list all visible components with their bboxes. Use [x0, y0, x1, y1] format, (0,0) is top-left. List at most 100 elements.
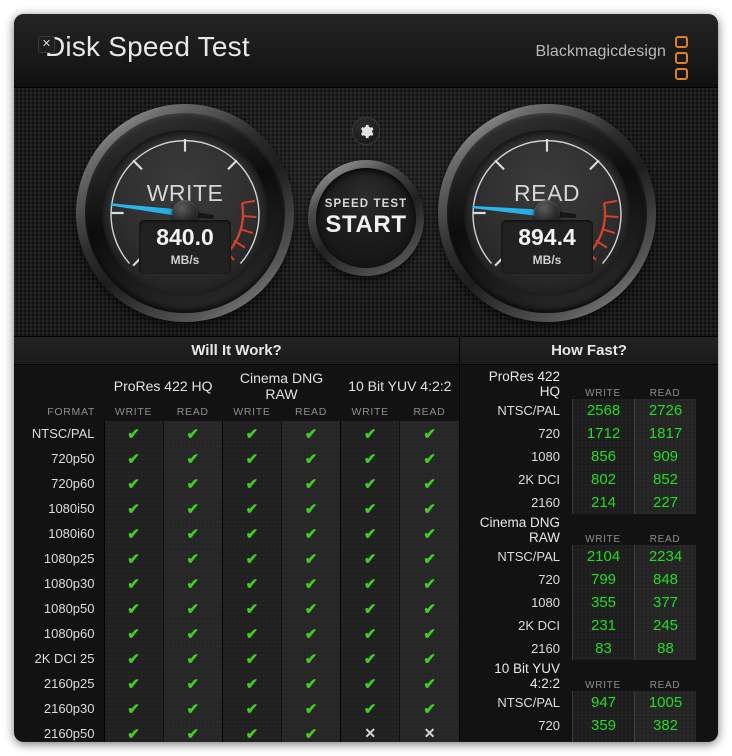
- check-icon: ✔: [423, 675, 436, 693]
- how-fast-group-header: ProRes 422 HQ WRITE READ: [474, 369, 696, 399]
- how-fast-read-value: 848: [634, 568, 696, 591]
- check-icon: ✔: [363, 475, 377, 493]
- will-it-work-panel: Will It Work? ProRes 422 HQ Cinema DNG R…: [14, 337, 459, 742]
- support-cell: ✔: [399, 421, 459, 446]
- format-label: 1080i60: [48, 526, 95, 541]
- check-icon: ✔: [245, 575, 259, 593]
- table-row: 2160p25 ✔ ✔ ✔ ✔ ✔ ✔: [14, 671, 459, 696]
- support-cell: ✔: [103, 571, 164, 596]
- check-icon: ✔: [363, 650, 377, 668]
- support-cell: ✔: [221, 571, 282, 596]
- support-cell: ✔: [399, 546, 459, 571]
- check-icon: ✔: [186, 450, 200, 468]
- support-cell: ✔: [162, 696, 223, 721]
- support-cell: ✔: [221, 621, 282, 646]
- check-icon: ✔: [245, 650, 259, 668]
- support-cell: ✔: [340, 571, 400, 596]
- how-fast-row: 2K DCI 231 245: [474, 614, 696, 637]
- check-icon: ✔: [245, 425, 259, 443]
- check-icon: ✔: [186, 550, 200, 568]
- support-cell: ✔: [221, 696, 282, 721]
- sub-header-read-2: READ: [295, 405, 328, 418]
- check-icon: ✔: [304, 450, 318, 468]
- format-label: 1080p60: [43, 626, 95, 641]
- how-fast-group-name: Cinema DNG RAW: [479, 515, 560, 545]
- support-cell: ✔: [162, 496, 223, 521]
- group-header-spacer: [14, 365, 104, 402]
- settings-button[interactable]: [352, 117, 380, 145]
- how-fast-read-value: 170: [634, 737, 696, 742]
- speed-test-start-button[interactable]: SPEED TEST START: [308, 160, 424, 276]
- support-cell: ✔: [340, 521, 400, 546]
- sub-header-read-3: READ: [413, 405, 446, 418]
- table-row: 720p50 ✔ ✔ ✔ ✔ ✔ ✔: [14, 446, 459, 471]
- table-row: NTSC/PAL ✔ ✔ ✔ ✔ ✔ ✔: [14, 421, 459, 446]
- how-fast-read-header: READ: [649, 388, 681, 399]
- support-cell: ✔: [399, 596, 459, 621]
- support-cell: ✔: [280, 546, 341, 571]
- check-icon: ✔: [304, 475, 318, 493]
- check-icon: ✔: [245, 550, 259, 568]
- how-fast-write-value: 83: [572, 637, 634, 660]
- format-label: 1080i50: [48, 501, 95, 516]
- title-bar: Disk Speed Test Blackmagicdesign: [14, 14, 718, 88]
- write-unit: MB/s: [170, 253, 200, 267]
- how-fast-write-value: 160: [572, 737, 634, 742]
- how-fast-row-label: 720: [538, 718, 560, 733]
- support-cell: ✔: [340, 696, 400, 721]
- support-cell: ✔: [399, 471, 459, 496]
- how-fast-read-value: 909: [634, 445, 696, 468]
- format-label: 2160p50: [43, 726, 95, 741]
- support-cell: ✔: [103, 721, 164, 742]
- support-cell: ✔: [399, 621, 459, 646]
- check-icon: ✔: [363, 575, 377, 593]
- support-cell: ✔: [221, 596, 282, 621]
- check-icon: ✔: [304, 600, 318, 618]
- how-fast-row-label: 2K DCI: [518, 472, 560, 487]
- how-fast-row: 720 1712 1817: [474, 422, 696, 445]
- support-cell: ✔: [280, 571, 341, 596]
- write-readout: 840.0 MB/s: [139, 220, 231, 274]
- check-icon: ✔: [127, 450, 140, 468]
- table-row: 720p60 ✔ ✔ ✔ ✔ ✔ ✔: [14, 471, 459, 496]
- support-cell: ✔: [103, 471, 164, 496]
- check-icon: ✔: [127, 575, 140, 593]
- support-cell: ✔: [162, 421, 223, 446]
- format-label: 1080p25: [43, 551, 95, 566]
- support-cell: ✕: [399, 721, 459, 742]
- support-cell: ✔: [340, 621, 400, 646]
- format-label: 2160p30: [43, 701, 95, 716]
- how-fast-row-label: 720: [538, 426, 560, 441]
- close-button[interactable]: ✕: [38, 36, 55, 53]
- how-fast-write-header: WRITE: [585, 388, 621, 399]
- read-gauge-face: READ 894.4 MB/s: [464, 130, 630, 296]
- sub-header-write-1: WRITE: [114, 405, 153, 418]
- support-cell: ✔: [280, 621, 341, 646]
- support-cell: ✔: [280, 646, 341, 671]
- how-fast-row: NTSC/PAL 2104 2234: [474, 545, 696, 568]
- how-fast-group-header: Cinema DNG RAW WRITE READ: [474, 515, 696, 545]
- support-cell: ✔: [103, 446, 164, 471]
- brand-wordmark: Blackmagicdesign: [535, 43, 666, 60]
- format-label: 2K DCI 25: [34, 651, 95, 666]
- check-icon: ✔: [245, 700, 259, 718]
- check-icon: ✔: [304, 575, 318, 593]
- support-cell: ✔: [221, 446, 282, 471]
- check-icon: ✔: [127, 700, 140, 718]
- check-icon: ✔: [186, 675, 200, 693]
- support-cell: ✔: [399, 646, 459, 671]
- check-icon: ✔: [245, 675, 259, 693]
- support-cell: ✔: [399, 496, 459, 521]
- check-icon: ✔: [186, 600, 200, 618]
- support-cell: ✔: [399, 571, 459, 596]
- format-label: 2160p25: [43, 676, 95, 691]
- check-icon: ✔: [186, 425, 200, 443]
- check-icon: ✔: [423, 550, 436, 568]
- read-gauge: READ 894.4 MB/s: [438, 104, 656, 322]
- support-cell: ✔: [162, 596, 223, 621]
- how-fast-write-value: 359: [572, 714, 634, 737]
- how-fast-row: 2160 83 88: [474, 637, 696, 660]
- check-icon: ✔: [186, 525, 200, 543]
- support-cell: ✔: [399, 521, 459, 546]
- format-label: 1080p50: [43, 601, 95, 616]
